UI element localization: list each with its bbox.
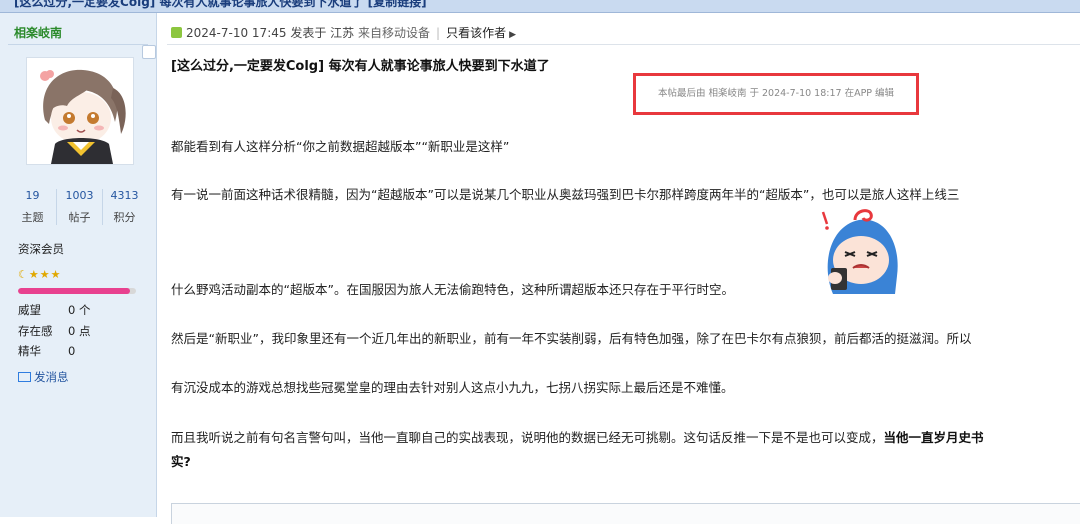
prop-prestige-label: 威望	[18, 303, 41, 317]
sidebar-divider	[8, 44, 148, 45]
post-device[interactable]: 来自移动设备	[358, 26, 430, 40]
prop-digest: 精华 0	[18, 343, 75, 359]
author-sidebar: 相楽岐南 19 主题 1003 帖子 4313 积分 资深会员 ☾★★★ 威望 …	[0, 13, 157, 517]
post-title: [这么过分,一定要发Colg] 每次有人就事论事旅人快要到下水道了	[171, 59, 550, 74]
post-paragraph-last-line2: 实?	[171, 452, 191, 472]
last-paragraph-bold: 当他一直岁月史书	[883, 430, 984, 445]
avatar-drawing-icon	[27, 58, 133, 164]
post-paragraph: 有沉没成本的游戏总想找些冠冕堂皇的理由去针对别人这点小九九，七拐八拐实际上最后还…	[171, 380, 734, 395]
prop-prestige-value: 0 个	[68, 303, 91, 317]
prop-prestige: 威望 0 个	[18, 302, 90, 318]
post-paragraph: 都能看到有人这样分析“你之前数据超越版本”“新职业是这样”	[171, 139, 510, 154]
stat-credits-label: 积分	[113, 211, 136, 224]
post-location: 江苏	[330, 26, 355, 40]
rank-progress-bar	[18, 288, 136, 294]
avatar[interactable]	[26, 57, 134, 165]
prop-digest-value: 0	[68, 344, 76, 358]
meta-separator: |	[436, 26, 441, 40]
post-date-label: 发表于	[290, 26, 327, 40]
send-message-label: 发消息	[34, 370, 69, 384]
last-paragraph-text: 而且我听说之前有句名言警句叫，当他一直聊自己的实战表现，说明他的数据已经无可挑剔…	[171, 430, 884, 445]
stat-threads[interactable]: 19 主题	[10, 189, 55, 225]
post-date: 2024-7-10 17:45	[186, 26, 287, 40]
triangle-right-icon: ▶	[509, 30, 517, 40]
author-username[interactable]: 相楽岐南	[14, 24, 62, 41]
medal-icon[interactable]	[142, 45, 156, 59]
online-status-icon	[171, 27, 182, 38]
prop-digest-label: 精华	[18, 344, 41, 358]
prop-presence-label: 存在感	[18, 324, 53, 338]
post-paragraph: 有一说一前面这种话术很精髓，因为“超越版本”可以是说某几个职业从奥兹玛强到巴卡尔…	[171, 187, 960, 202]
post-paragraph-last: 而且我听说之前有句名言警句叫，当他一直聊自己的实战表现，说明他的数据已经无可挑剔…	[171, 428, 984, 448]
user-group[interactable]: 资深会员	[18, 241, 64, 257]
stat-posts-value[interactable]: 1003	[57, 189, 102, 202]
post-paragraph: 然后是“新职业”，我印象里还有一个近几年出的新职业，前有一年不实装削弱，后有特色…	[171, 331, 972, 346]
stat-posts[interactable]: 1003 帖子	[56, 189, 103, 225]
stat-credits-value[interactable]: 4313	[102, 189, 147, 202]
last-paragraph-bold-line2: 实?	[171, 454, 191, 469]
meta-divider	[167, 44, 1080, 45]
envelope-icon	[18, 372, 31, 382]
prop-presence: 存在感 0 点	[18, 323, 90, 339]
post-paragraph: 什么野鸡活动副本的“超版本”。在国服因为旅人无法偷跑特色，这种所谓超版本还只存在…	[171, 282, 734, 297]
edit-notice-highlight: 本帖最后由 相楽岐南 于 2024-7-10 18:17 在APP 编辑	[633, 73, 919, 115]
star-icon: ★	[39, 268, 50, 281]
edit-notice: 本帖最后由 相楽岐南 于 2024-7-10 18:17 在APP 编辑	[657, 88, 895, 99]
stat-posts-label: 帖子	[68, 211, 91, 224]
only-author-link[interactable]: 只看该作者	[446, 26, 506, 40]
rank-stars: ☾★★★	[18, 263, 62, 282]
prop-presence-value: 0 点	[68, 324, 91, 338]
thread-title: [这么过分,一定要发Colg] 每次有人就事论事旅人快要到下水道了 [复制链接]	[14, 0, 427, 9]
sticker-image	[821, 209, 898, 294]
star-icon: ★	[28, 268, 39, 281]
post-content: 2024-7-10 17:45 发表于 江苏 来自移动设备 | 只看该作者 ▶ [这么…	[157, 13, 1080, 524]
rank-progress-fill	[18, 288, 131, 294]
moon-icon: ☾	[18, 268, 28, 281]
post-meta: 2024-7-10 17:45 发表于 江苏 来自移动设备 | 只看该作者 ▶	[171, 24, 516, 41]
author-stats: 19 主题 1003 帖子 4313 积分	[10, 189, 146, 229]
star-icon: ★	[50, 268, 61, 281]
reply-input-box[interactable]	[171, 503, 1080, 524]
send-message-link[interactable]: 发消息	[18, 369, 69, 385]
stat-threads-label: 主题	[21, 211, 44, 224]
thread-title-bar: [这么过分,一定要发Colg] 每次有人就事论事旅人快要到下水道了 [复制链接]	[0, 0, 1080, 13]
stat-threads-value[interactable]: 19	[10, 189, 55, 202]
stat-credits[interactable]: 4313 积分	[102, 189, 147, 225]
